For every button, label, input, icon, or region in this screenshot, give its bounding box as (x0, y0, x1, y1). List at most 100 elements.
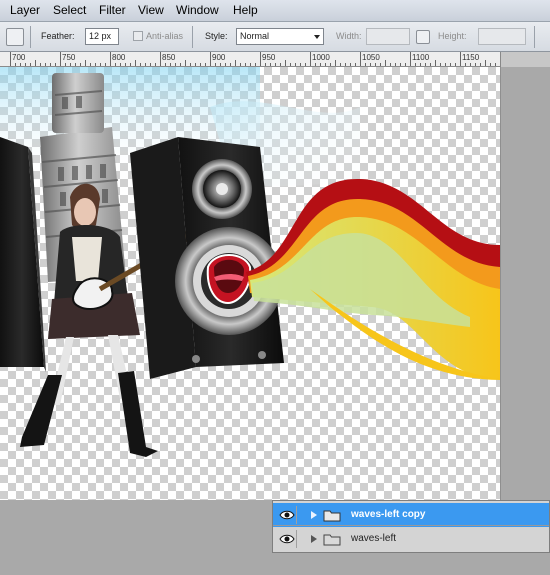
ruler-tick (465, 63, 466, 66)
menu-select[interactable]: Select (53, 3, 86, 17)
ruler-tick (275, 63, 276, 66)
ruler-tick (225, 63, 226, 66)
ruler-tick (345, 63, 346, 66)
ruler-label: 1000 (312, 53, 330, 62)
ruler-label: 750 (62, 53, 76, 62)
ruler-tick (220, 63, 221, 66)
ruler-tick (410, 52, 411, 66)
toolbar-separator (534, 26, 535, 48)
ruler-tick (390, 63, 391, 66)
ruler-tick (15, 63, 16, 66)
ruler-tick (440, 63, 441, 66)
antialias-checkbox[interactable] (133, 31, 143, 41)
layer-name: waves-left copy (351, 509, 426, 520)
toolbar-separator (30, 26, 31, 48)
ruler-tick (335, 60, 336, 66)
ruler-tick (255, 63, 256, 66)
ruler-tick (495, 63, 496, 66)
layer-name: waves-left (351, 533, 397, 544)
ruler-tick (180, 63, 181, 66)
ruler-tick (55, 63, 56, 66)
ruler-tick (485, 60, 486, 66)
ruler-tick (120, 63, 121, 66)
menu-view[interactable]: View (138, 3, 164, 17)
chevron-down-icon (314, 35, 320, 39)
ruler-tick (295, 63, 296, 66)
ruler-tick (290, 63, 291, 66)
ruler-tick (395, 63, 396, 66)
ruler-tick (105, 63, 106, 66)
ruler-tick (305, 63, 306, 66)
ruler-tick (240, 63, 241, 66)
ruler-tick (280, 63, 281, 66)
ruler-tick (400, 63, 401, 66)
ruler-tick (85, 60, 86, 66)
layer-row-waves-left-copy[interactable]: waves-left copy (273, 503, 549, 527)
ruler-tick (350, 63, 351, 66)
ruler-tick (40, 63, 41, 66)
ruler-tick (130, 63, 131, 66)
status-bar (0, 553, 550, 575)
ruler-tick (490, 63, 491, 66)
canvas-side-pasteboard (500, 67, 550, 500)
eye-icon[interactable] (277, 506, 297, 524)
ruler-tick (195, 63, 196, 66)
ruler-tick (375, 63, 376, 66)
antialias-label: Anti-alias (146, 31, 184, 41)
ruler-tick (475, 63, 476, 66)
ruler-tick (10, 52, 11, 66)
selection-mode-icon[interactable] (6, 28, 24, 46)
ruler-tick (245, 63, 246, 66)
expand-triangle-icon[interactable] (311, 535, 317, 543)
expand-triangle-icon[interactable] (311, 511, 317, 519)
ruler-tick (365, 63, 366, 66)
width-label: Width: (336, 31, 362, 41)
ruler-tick (170, 63, 171, 66)
canvas-artwork (0, 67, 500, 457)
menu-layer[interactable]: Layer (10, 3, 40, 17)
ruler-tick (415, 63, 416, 66)
ruler-label: 1050 (362, 53, 380, 62)
ruler-tick (90, 63, 91, 66)
ruler-tick (190, 63, 191, 66)
ruler-tick (340, 63, 341, 66)
ruler-tick (270, 63, 271, 66)
ruler-label: 950 (262, 53, 276, 62)
menu-filter[interactable]: Filter (99, 3, 126, 17)
ruler-label: 1150 (462, 53, 480, 62)
ruler-tick (65, 63, 66, 66)
ruler-tick (230, 63, 231, 66)
width-input[interactable] (366, 28, 410, 45)
ruler-label: 1100 (412, 53, 430, 62)
ruler-label: 900 (212, 53, 226, 62)
height-input[interactable] (478, 28, 526, 45)
ruler-tick (205, 63, 206, 66)
ruler-tick (60, 52, 61, 66)
ruler-tick (35, 60, 36, 66)
ruler-label: 850 (162, 53, 176, 62)
ruler-tick (460, 52, 461, 66)
ruler-tick (385, 60, 386, 66)
ruler-tick (455, 63, 456, 66)
feather-label: Feather: (41, 31, 75, 41)
style-select[interactable]: Normal (236, 28, 324, 45)
document-canvas[interactable] (0, 67, 500, 500)
ruler-tick (160, 52, 161, 66)
feather-input[interactable]: 12 px (85, 28, 119, 45)
menu-help[interactable]: Help (233, 3, 258, 17)
toolbar-separator (192, 26, 193, 48)
folder-icon (323, 509, 341, 525)
ruler-tick (320, 63, 321, 66)
ruler-tick (185, 60, 186, 66)
ruler-tick (470, 63, 471, 66)
ruler-tick (45, 63, 46, 66)
ruler-tick (300, 63, 301, 66)
menu-bar: Layer Select Filter View Window Help (0, 0, 550, 22)
ruler-tick (150, 63, 151, 66)
layer-row-waves-left[interactable]: waves-left (273, 527, 549, 551)
layers-panel: waves-left copy waves-left (272, 500, 550, 553)
swap-dimensions-icon[interactable] (416, 30, 430, 44)
menu-window[interactable]: Window (176, 3, 219, 17)
eye-icon[interactable] (277, 530, 297, 548)
ruler-tick (210, 52, 211, 66)
